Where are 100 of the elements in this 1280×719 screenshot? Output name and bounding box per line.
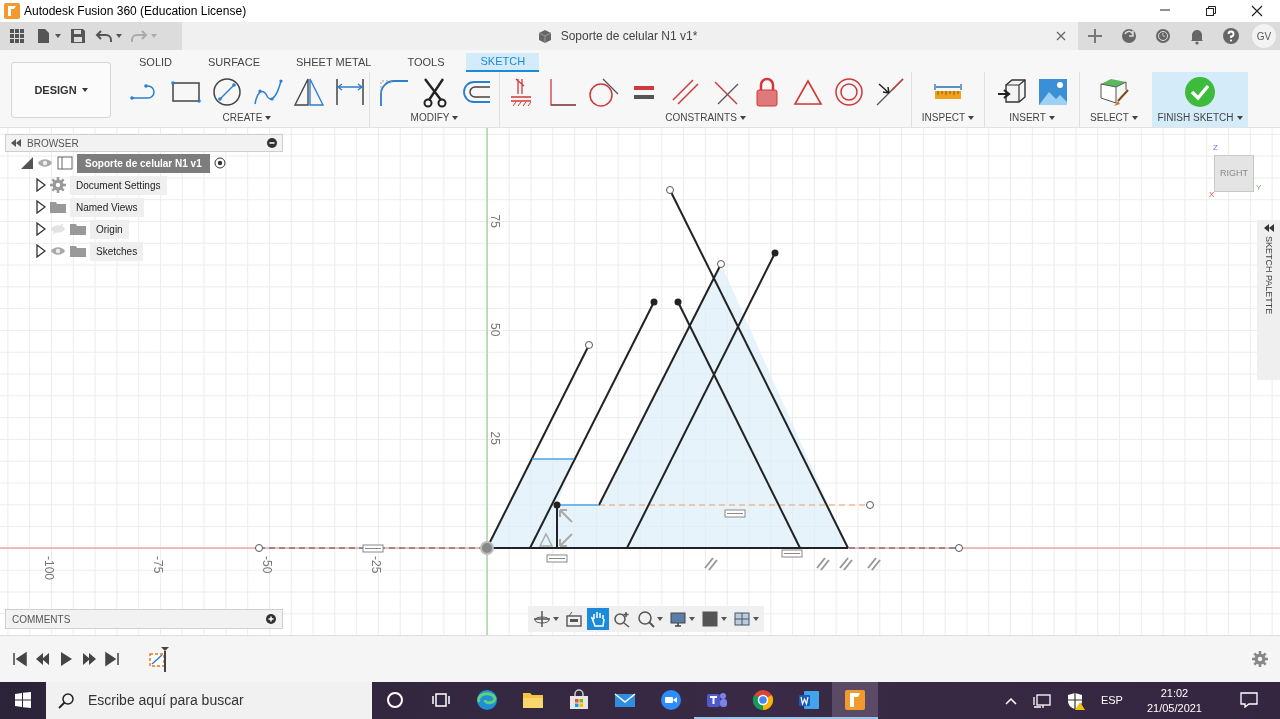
component-icon bbox=[57, 156, 73, 170]
dimension-icon[interactable] bbox=[333, 76, 366, 108]
concentric-circles-icon[interactable] bbox=[833, 76, 865, 108]
axis-letter: X bbox=[1209, 189, 1215, 201]
windows-start-icon[interactable] bbox=[15, 691, 31, 708]
chevron-up-icon[interactable] bbox=[1004, 696, 1017, 705]
axis-label: -50 bbox=[260, 556, 274, 574]
cube-icon bbox=[536, 28, 553, 44]
mirror-triangle-icon[interactable] bbox=[292, 76, 325, 108]
collapse-icon[interactable] bbox=[1263, 224, 1274, 232]
tool-group-menu[interactable]: INSERT bbox=[1007, 110, 1057, 125]
ribbon-tab[interactable]: SOLID bbox=[125, 53, 186, 72]
video-camera-icon bbox=[660, 688, 682, 711]
taskbar-button[interactable] bbox=[832, 682, 878, 719]
orbit-icon[interactable] bbox=[533, 610, 551, 628]
checkmark-icon[interactable] bbox=[1184, 76, 1216, 108]
expand-triangle-icon[interactable] bbox=[36, 244, 46, 258]
minus-circle-icon[interactable] bbox=[267, 138, 277, 148]
globe-refresh-icon[interactable] bbox=[1120, 27, 1138, 45]
folder-icon bbox=[70, 245, 86, 257]
step-forward-icon[interactable] bbox=[80, 651, 97, 667]
sketch-feature-icon[interactable] bbox=[147, 646, 170, 672]
caret-icon bbox=[689, 617, 695, 621]
caret-icon bbox=[721, 617, 727, 621]
skip-start-icon[interactable] bbox=[11, 651, 28, 667]
search-field[interactable]: Escribe aquí para buscar bbox=[86, 689, 346, 712]
color-wheel-icon bbox=[752, 688, 774, 711]
language-indicator[interactable]: ESP bbox=[1100, 692, 1123, 709]
browser-item[interactable]: Origin bbox=[90, 219, 129, 239]
help-icon[interactable] bbox=[1222, 27, 1240, 45]
axis-label: -25 bbox=[369, 556, 383, 574]
restore-icon[interactable] bbox=[1205, 5, 1217, 17]
design-workspace-button[interactable]: DESIGN bbox=[11, 62, 111, 118]
document-tab-title[interactable]: Soporte de celular N1 v1* bbox=[560, 27, 698, 45]
tool-group-menu[interactable]: INSPECT bbox=[919, 110, 977, 125]
zoom-icon[interactable] bbox=[613, 610, 631, 628]
notification-icon[interactable] bbox=[1240, 691, 1258, 708]
expand-triangle-icon[interactable] bbox=[36, 178, 46, 192]
collapse-icon[interactable] bbox=[11, 139, 21, 147]
plus-circle-icon[interactable] bbox=[266, 614, 276, 624]
tool-group-menu[interactable]: SELECT bbox=[1088, 110, 1140, 125]
shield-warning-icon[interactable] bbox=[1066, 691, 1085, 710]
axis-letter: Z bbox=[1213, 142, 1218, 154]
cube-brush-icon[interactable] bbox=[1098, 76, 1130, 108]
axis-letter: Y bbox=[1256, 182, 1262, 194]
ribbon-tab[interactable]: SURFACE bbox=[194, 53, 274, 72]
tool-group-menu[interactable]: CONSTRAINTS bbox=[663, 110, 748, 125]
panel-title: COMMENTS bbox=[12, 612, 72, 627]
image-icon[interactable] bbox=[1036, 76, 1069, 108]
grid-menu-icon[interactable] bbox=[8, 27, 26, 45]
expand-triangle-icon[interactable] bbox=[36, 200, 46, 214]
tool-group-menu[interactable]: MODIFY bbox=[408, 110, 461, 125]
circle-icon[interactable] bbox=[210, 76, 243, 108]
search-bar[interactable]: Escribe aquí para buscar bbox=[46, 682, 372, 719]
tool-group-menu[interactable]: CREATE bbox=[220, 110, 274, 125]
settings-icon[interactable] bbox=[1252, 651, 1268, 667]
clock-date[interactable]: 21/05/2021 bbox=[1146, 700, 1202, 716]
app-tile-icon bbox=[844, 688, 866, 711]
caret-icon bbox=[265, 115, 272, 120]
ribbon-tab[interactable]: SHEET METAL bbox=[282, 53, 386, 72]
caret-icon bbox=[452, 115, 459, 120]
collapse-triangle-icon[interactable] bbox=[21, 157, 33, 169]
midpoint-icon[interactable] bbox=[874, 76, 906, 108]
caret-icon bbox=[151, 34, 157, 38]
caret-icon bbox=[553, 617, 559, 621]
window-title: Autodesk Fusion 360 (Education License) bbox=[24, 3, 248, 20]
browser-item[interactable]: Sketches bbox=[90, 241, 144, 261]
tangent-circle-icon[interactable] bbox=[587, 76, 619, 108]
caret-icon bbox=[657, 617, 663, 621]
hand-icon[interactable] bbox=[589, 610, 607, 628]
gear-icon bbox=[50, 177, 66, 193]
clock-icon[interactable] bbox=[1154, 27, 1172, 45]
caret-icon bbox=[753, 617, 759, 621]
step-back-icon[interactable] bbox=[34, 651, 51, 667]
monitor-icon[interactable] bbox=[669, 610, 687, 628]
caret-icon bbox=[116, 34, 122, 38]
browser-item[interactable]: Document Settings bbox=[70, 175, 167, 195]
browser-item[interactable]: Named Views bbox=[70, 197, 144, 217]
clock-time[interactable]: 21:02 bbox=[1146, 685, 1202, 701]
panel-title: BROWSER bbox=[27, 136, 80, 151]
caret-icon bbox=[55, 34, 61, 38]
undo-icon[interactable] bbox=[95, 27, 113, 45]
camera-icon[interactable] bbox=[565, 610, 583, 628]
viewports-icon[interactable] bbox=[733, 610, 751, 628]
radio-icon[interactable] bbox=[213, 157, 226, 169]
skip-end-icon[interactable] bbox=[103, 651, 120, 667]
plus-icon[interactable] bbox=[1086, 27, 1104, 45]
axis-label: 75 bbox=[488, 214, 502, 228]
search-icon bbox=[58, 692, 74, 709]
caret-icon bbox=[1131, 115, 1138, 120]
component-name[interactable]: Soporte de celular N1 v1 bbox=[77, 153, 210, 173]
caret-icon bbox=[968, 115, 975, 120]
ribbon-tab[interactable]: TOOLS bbox=[393, 53, 459, 72]
caret-icon bbox=[81, 88, 88, 92]
close-icon[interactable] bbox=[1251, 5, 1263, 17]
network-icon[interactable] bbox=[1032, 692, 1051, 709]
user-avatar[interactable]: GV bbox=[1252, 24, 1276, 48]
save-icon[interactable] bbox=[69, 27, 87, 45]
zoom-window-icon[interactable] bbox=[637, 610, 655, 628]
expand-triangle-icon[interactable] bbox=[36, 222, 46, 236]
